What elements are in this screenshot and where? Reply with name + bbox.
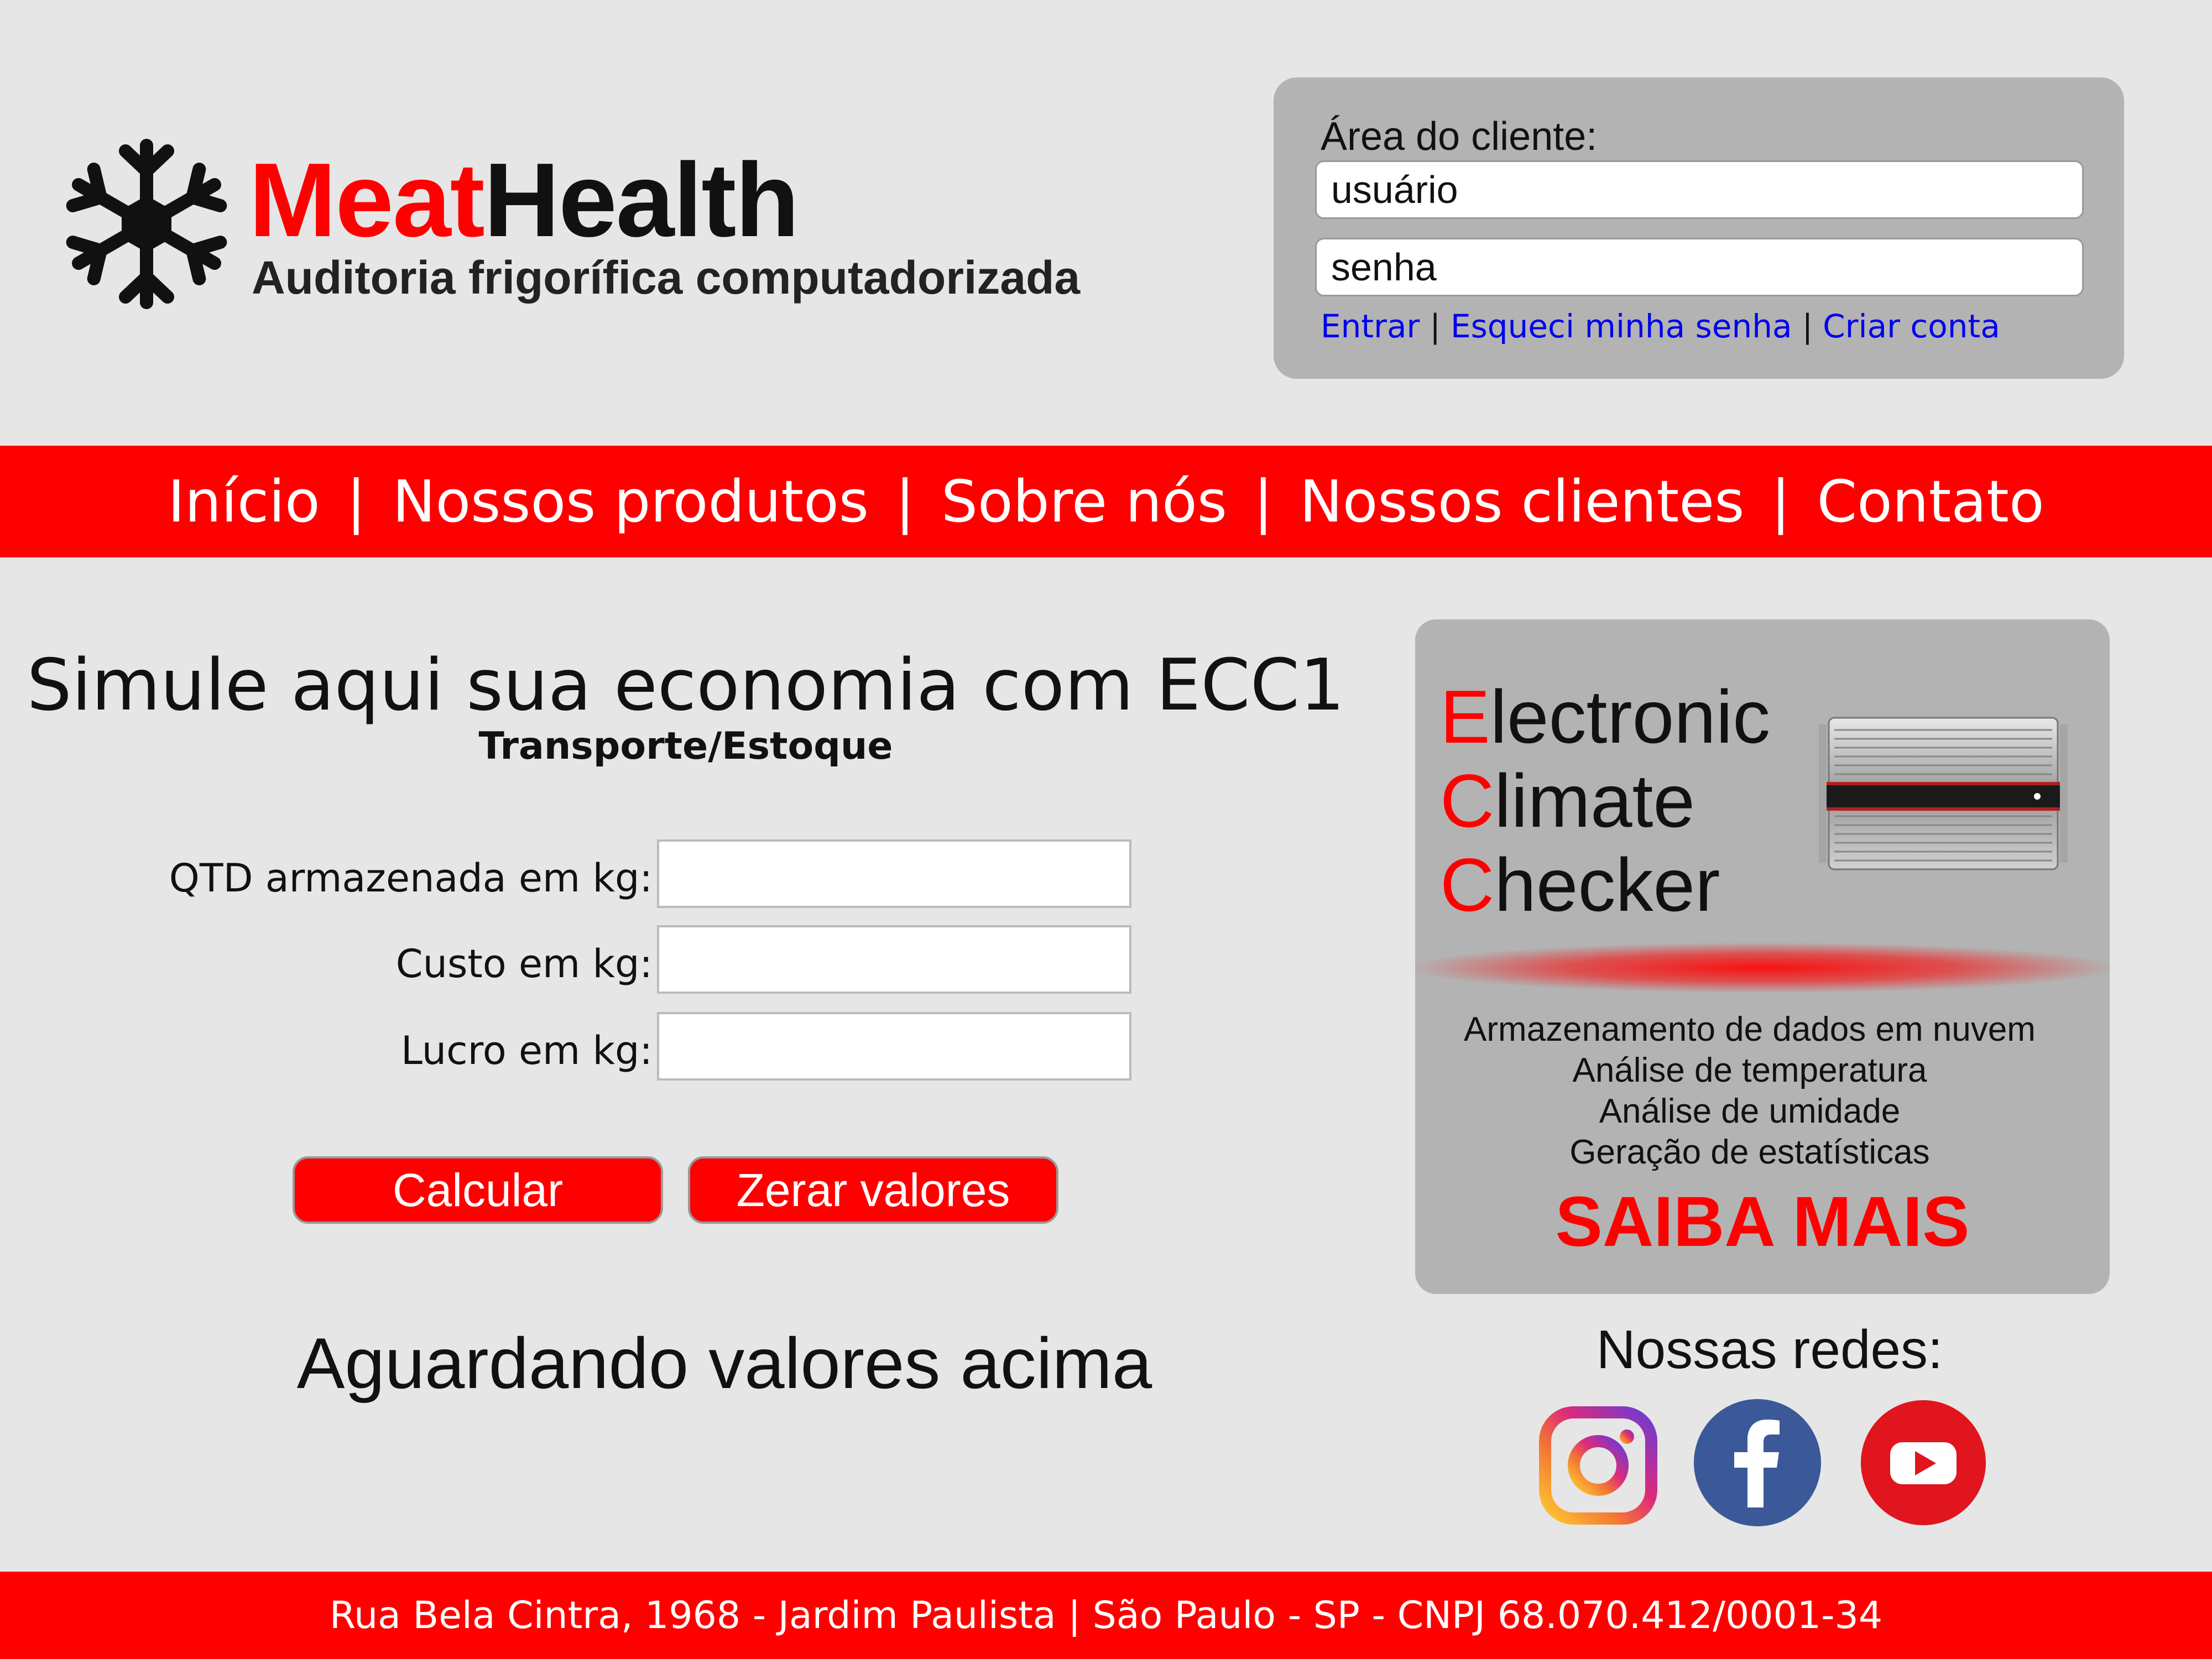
simulator-subtitle: Transporte/Estoque bbox=[478, 724, 893, 768]
username-input[interactable] bbox=[1315, 160, 2084, 219]
brand-name: MeatHealth bbox=[249, 145, 800, 255]
footer-address: Rua Bela Cintra, 1968 - Jardim Paulista … bbox=[329, 1593, 1883, 1637]
reset-values-button[interactable]: Zerar valores bbox=[688, 1156, 1058, 1224]
lucro-label: Lucro em kg: bbox=[401, 1028, 653, 1073]
main-nav: Início | Nossos produtos | Sobre nós | N… bbox=[0, 446, 2212, 557]
card-divider-glow bbox=[1415, 943, 2110, 993]
nav-separator: | bbox=[1253, 468, 1273, 535]
brand-name-part2: Health bbox=[483, 142, 800, 259]
instagram-link[interactable] bbox=[1537, 1405, 1659, 1526]
custo-label: Custo em kg: bbox=[395, 941, 653, 987]
custo-input[interactable] bbox=[657, 925, 1131, 994]
feature-item: Armazenamento de dados em nuvem bbox=[1464, 1010, 2036, 1048]
brand-tagline: Auditoria frigorífica computadorizada bbox=[252, 252, 1081, 304]
ecc-features-list: Armazenamento de dados em nuvem Análise … bbox=[1415, 1009, 2084, 1173]
instagram-icon bbox=[1539, 1406, 1657, 1525]
brand-name-part1: Meat bbox=[249, 142, 485, 259]
client-login-panel: Área do cliente: Entrar | Esqueci minha se… bbox=[1274, 77, 2124, 379]
site-footer: Rua Bela Cintra, 1968 - Jardim Paulista … bbox=[0, 1572, 2212, 1659]
link-separator: | bbox=[1430, 307, 1441, 345]
ecc-device-image bbox=[1819, 717, 2068, 870]
link-separator: | bbox=[1802, 307, 1813, 345]
nav-item-inicio[interactable]: Início bbox=[168, 468, 320, 535]
facebook-icon bbox=[1694, 1399, 1821, 1526]
nav-separator: | bbox=[895, 468, 915, 535]
nav-item-produtos[interactable]: Nossos produtos bbox=[393, 468, 869, 535]
calculate-button[interactable]: Calcular bbox=[293, 1156, 663, 1224]
qtd-input[interactable] bbox=[657, 839, 1131, 908]
login-link-entrar[interactable]: Entrar bbox=[1321, 307, 1420, 345]
youtube-link[interactable] bbox=[1860, 1399, 1987, 1526]
nav-separator: | bbox=[1771, 468, 1791, 535]
feature-item: Geração de estatísticas bbox=[1569, 1133, 1930, 1171]
snowflake-icon bbox=[66, 139, 227, 309]
nav-item-sobre[interactable]: Sobre nós bbox=[941, 468, 1227, 535]
simulator-title: Simule aqui sua economia com ECC1 bbox=[27, 644, 1345, 727]
nav-separator: | bbox=[346, 468, 366, 535]
feature-item: Análise de temperatura bbox=[1572, 1051, 1927, 1089]
saiba-mais-link[interactable]: SAIBA MAIS bbox=[1415, 1183, 2110, 1261]
feature-item: Análise de umidade bbox=[1599, 1092, 1901, 1130]
login-link-create-account[interactable]: Criar conta bbox=[1823, 307, 2000, 345]
login-link-forgot-password[interactable]: Esqueci minha senha bbox=[1451, 307, 1792, 345]
ecc-line-climate: Climate bbox=[1440, 759, 1695, 843]
ecc-name: Electronic Climate Checker bbox=[1440, 675, 1770, 927]
login-title: Área do cliente: bbox=[1321, 114, 1598, 159]
password-input[interactable] bbox=[1315, 238, 2084, 296]
youtube-icon bbox=[1861, 1400, 1986, 1525]
ecc-product-card[interactable]: Electronic Climate Checker Armazenamento… bbox=[1415, 619, 2110, 1294]
nav-item-clientes[interactable]: Nossos clientes bbox=[1300, 468, 1744, 535]
nav-item-contato[interactable]: Contato bbox=[1817, 468, 2044, 535]
facebook-link[interactable] bbox=[1694, 1399, 1821, 1526]
ecc-line-checker: Checker bbox=[1440, 843, 1720, 927]
qtd-label: QTD armazenada em kg: bbox=[169, 855, 653, 901]
ecc-line-electronic: Electronic bbox=[1440, 675, 1771, 759]
login-links: Entrar | Esqueci minha senha | Criar conta bbox=[1321, 304, 2000, 348]
simulator-status: Aguardando valores acima bbox=[296, 1323, 1152, 1404]
lucro-input[interactable] bbox=[657, 1012, 1131, 1081]
social-title: Nossas redes: bbox=[1596, 1319, 1943, 1380]
